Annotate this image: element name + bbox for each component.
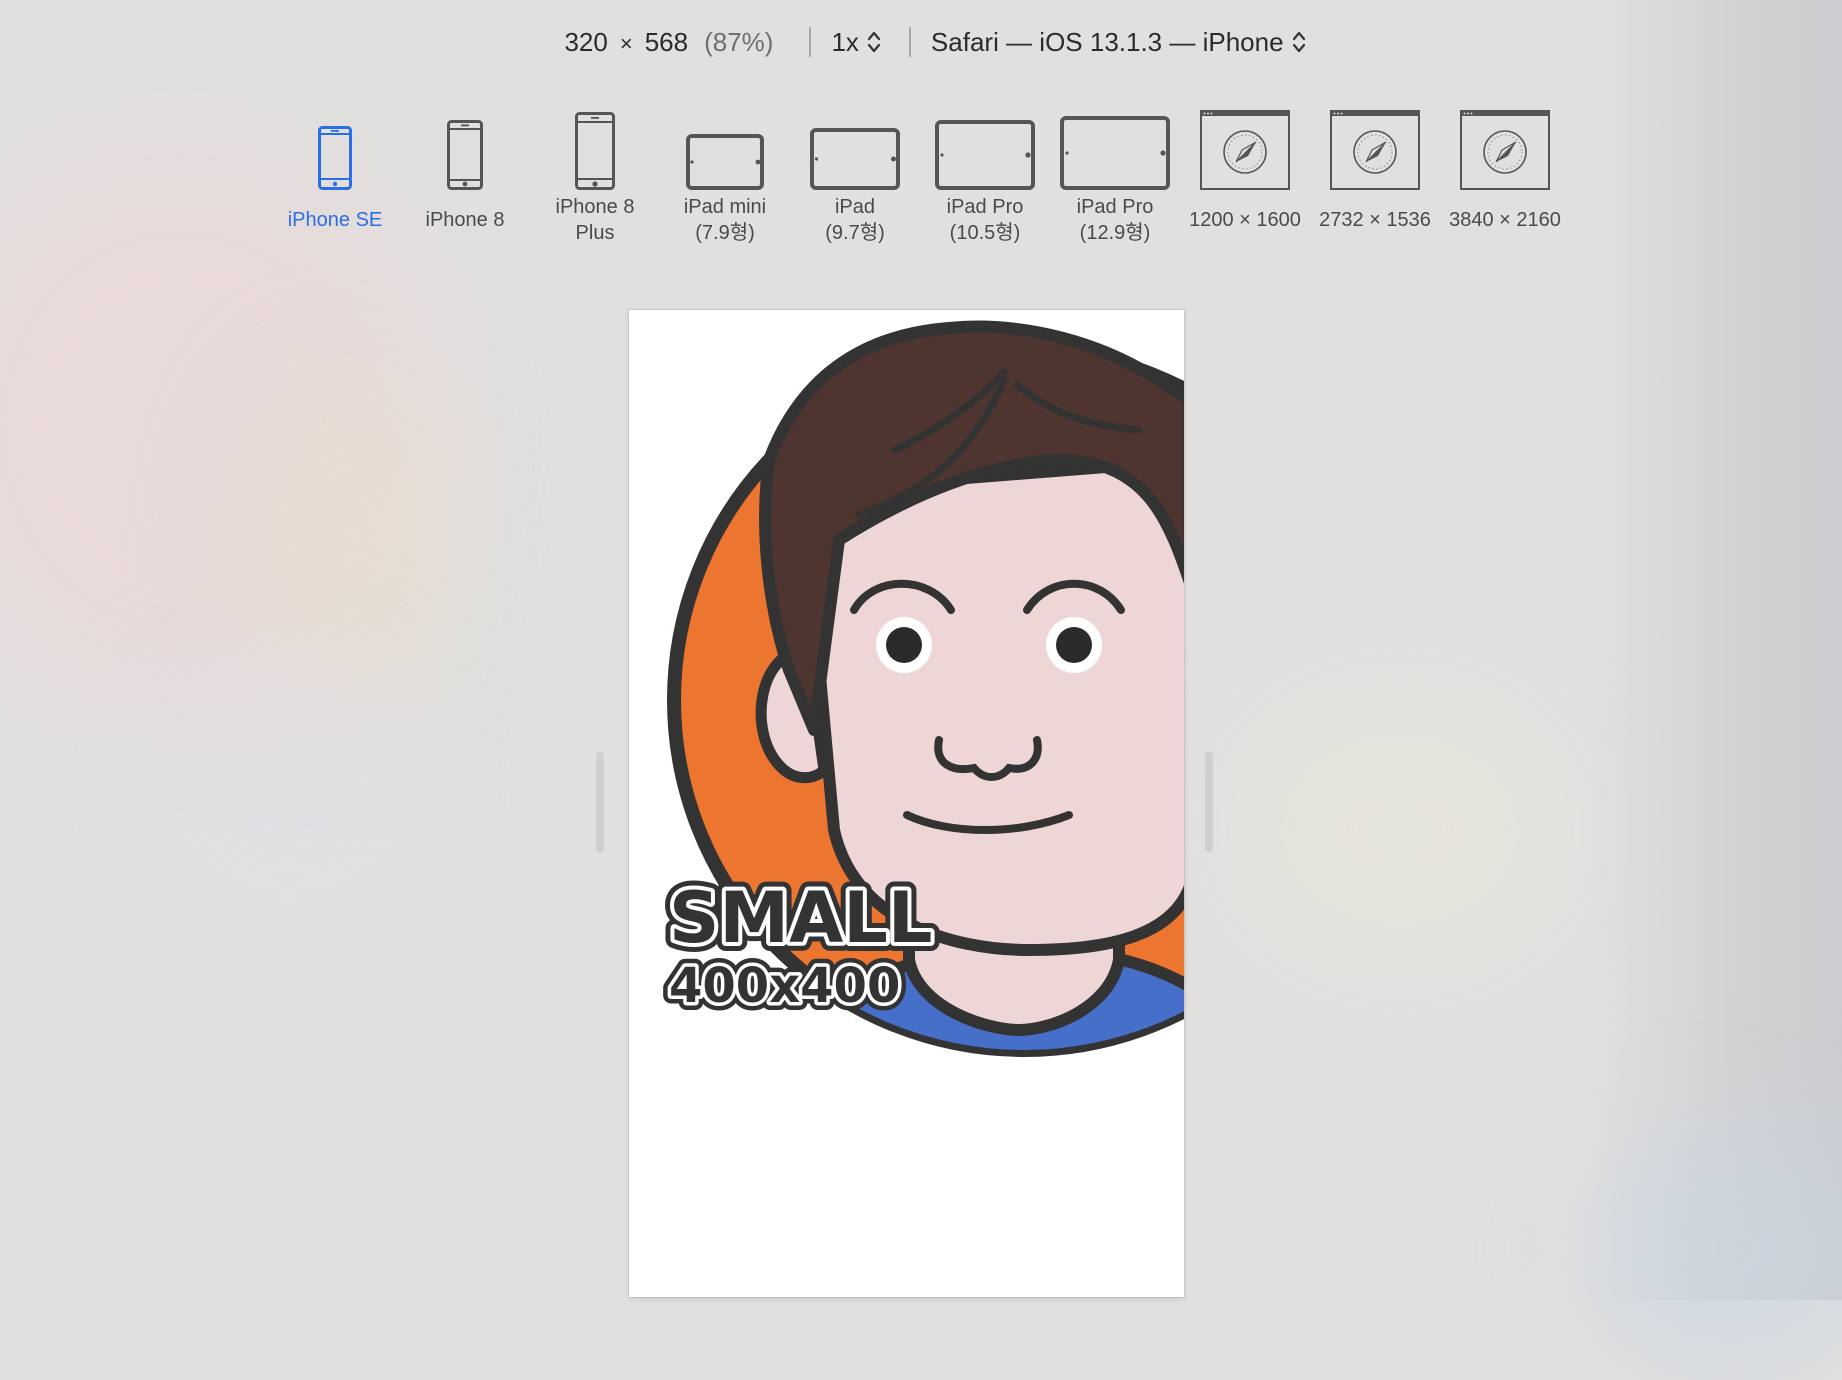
tablet-icon — [686, 134, 764, 190]
browser-window-icon — [1200, 110, 1290, 190]
tablet-icon — [810, 128, 900, 190]
device-iphone-8-plus[interactable]: iPhone 8 Plus — [531, 104, 659, 254]
device-label-line: iPad Pro — [1076, 196, 1154, 218]
viewport-height[interactable]: 568 — [645, 27, 688, 57]
device-label-line: iPad — [834, 196, 876, 218]
device-label: 1200 × 1600 — [1189, 209, 1301, 231]
device-1200x1600[interactable]: 1200 × 1600 — [1181, 104, 1309, 254]
device-2732x1536[interactable]: 2732 × 1536 — [1311, 104, 1439, 254]
chevron-updown-icon — [1292, 31, 1305, 53]
zoom-percentage: (87%) — [704, 26, 774, 57]
device-ipad[interactable]: iPad (9.7형) — [791, 104, 919, 254]
device-ipad-pro-10-5[interactable]: iPad Pro (10.5형) — [921, 104, 1049, 254]
tablet-icon — [1060, 116, 1170, 190]
device-label-line: (9.7형) — [825, 222, 885, 244]
toolbar-divider — [809, 27, 812, 57]
pixel-ratio-select[interactable]: 1x — [831, 26, 881, 58]
device-label: iPad Pro (12.9형) — [1041, 194, 1189, 246]
background-blur — [160, 660, 420, 900]
phone-icon — [318, 126, 352, 190]
device-label-line: (12.9형) — [1079, 222, 1151, 244]
device-label: iPad (9.7형) — [781, 194, 929, 246]
background-shade — [1592, 0, 1842, 1300]
device-label-line: Plus — [575, 222, 615, 244]
device-label: iPhone 8 Plus — [521, 194, 669, 246]
device-presets: iPhone SE iPhone 8 iPhone 8 Plus iPad min… — [271, 104, 1561, 254]
browser-window-icon — [1460, 110, 1550, 190]
device-label-line: (7.9형) — [695, 222, 755, 244]
device-label: iPad Pro (10.5형) — [911, 194, 1059, 246]
viewport-resize-handle-left[interactable] — [596, 752, 604, 852]
device-label: iPhone 8 — [425, 209, 505, 231]
badge-size: 400x400 — [669, 958, 900, 1014]
left-eye-pupil — [886, 627, 922, 663]
chevron-updown-icon — [867, 31, 881, 53]
viewport-dimensions[interactable]: 320 × 568 — [564, 27, 688, 58]
phone-icon — [575, 112, 615, 190]
viewport-width[interactable]: 320 — [564, 27, 607, 57]
pixel-ratio-value: 1x — [831, 26, 859, 57]
user-agent-value: Safari — iOS 13.1.3 — iPhone — [930, 26, 1284, 57]
device-label-line: (10.5형) — [949, 222, 1021, 244]
size-badge: SMALL SMALL SMALL 400x400 400x400 400x40… — [660, 868, 941, 1022]
browser-window-icon — [1330, 110, 1420, 190]
device-label: 3840 × 2160 — [1449, 209, 1561, 231]
device-ipad-mini[interactable]: iPad mini (7.9형) — [661, 104, 789, 254]
right-eye-pupil — [1056, 627, 1092, 663]
device-label-line: iPad Pro — [946, 196, 1024, 218]
device-label-line: iPad mini — [683, 196, 767, 218]
dimension-separator: × — [619, 30, 633, 56]
device-label: iPad mini (7.9형) — [651, 194, 799, 246]
device-label: iPhone SE — [287, 209, 383, 231]
device-iphone-se[interactable]: iPhone SE — [271, 104, 399, 254]
device-3840x2160[interactable]: 3840 × 2160 — [1441, 104, 1569, 254]
responsive-toolbar: 320 × 568 (87%) 1x Safari — iOS 13.1.3 — i… — [0, 22, 1842, 62]
simulated-viewport: SMALL SMALL SMALL 400x400 400x400 400x40… — [629, 310, 1184, 1297]
device-iphone-8[interactable]: iPhone 8 — [401, 104, 529, 254]
viewport-resize-handle-right[interactable] — [1205, 752, 1213, 852]
device-ipad-pro-12-9[interactable]: iPad Pro (12.9형) — [1051, 104, 1179, 254]
device-label: 2732 × 1536 — [1319, 209, 1431, 231]
phone-icon — [447, 120, 483, 190]
toolbar-divider — [908, 27, 911, 57]
background-blur — [250, 380, 450, 740]
badge-title: SMALL — [669, 877, 932, 959]
user-agent-select[interactable]: Safari — iOS 13.1.3 — iPhone — [931, 27, 1306, 58]
device-label-line: iPhone 8 — [555, 196, 635, 218]
tablet-icon — [935, 120, 1035, 190]
avatar-illustration: SMALL SMALL SMALL 400x400 400x400 400x40… — [660, 320, 1184, 1057]
background-blur — [1240, 700, 1560, 960]
